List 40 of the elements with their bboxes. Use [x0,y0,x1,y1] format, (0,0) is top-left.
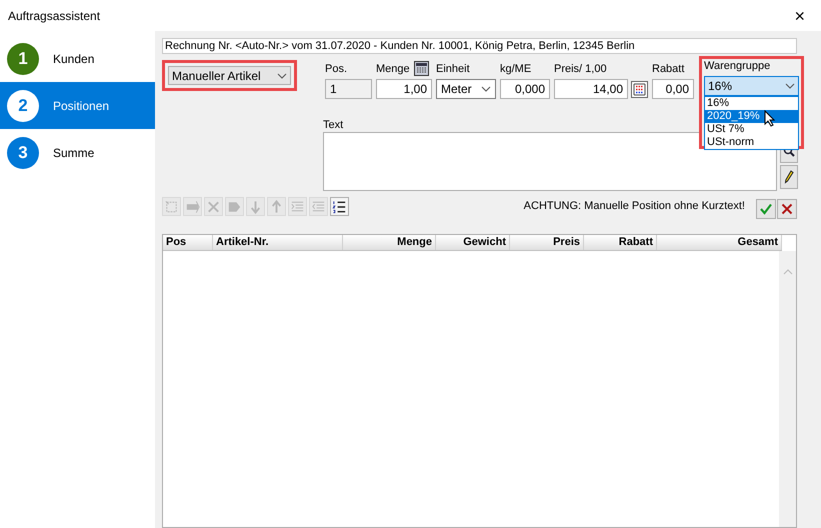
warning-text: ACHTUNG: Manuelle Position ohne Kurztext! [524,199,745,214]
step-item[interactable]: 3 Summe [0,129,155,176]
column-header[interactable]: Gewicht [436,235,510,250]
position-field: 1 [325,79,372,99]
window-title: Auftragsassistent [8,8,100,24]
column-header[interactable]: Pos [163,235,213,250]
header-info-field: Rechnung Nr. <Auto-Nr.> vom 31.07.2020 - Kunden Nr. 10001, König Petra, Berlin, 12345 Berlin [162,38,797,54]
unit-dropdown[interactable]: Meter [436,79,496,99]
field-label: Rabatt [652,63,684,76]
article-type-dropdown[interactable]: Manueller Artikel [168,66,291,85]
dropdown-option[interactable]: 2020_19% [705,110,798,123]
number-field[interactable]: 14,00 [554,79,628,99]
field-label: Menge [376,63,410,76]
step-number: 2 [7,90,39,122]
dropdown-option[interactable]: USt 7% [705,123,798,136]
step-number: 3 [7,136,39,168]
column-header[interactable]: Preis [510,235,584,250]
close-button[interactable]: × [786,6,813,24]
step-label: Kunden [53,50,94,68]
text-label: Text [323,119,344,132]
field-label: Pos. [325,63,348,76]
number-field[interactable]: 0,00 [652,79,694,99]
step-item[interactable]: 2 Positionen [0,82,155,129]
column-header[interactable]: Rabatt [584,235,657,250]
column-header[interactable]: Gesamt [657,235,782,250]
dropdown-option[interactable]: USt-norm [705,136,798,149]
step-label: Summe [53,144,94,162]
column-header[interactable]: Menge [343,235,436,250]
field-label: Einheit [436,63,470,76]
field-label: Preis/ 1,00 [554,63,607,76]
step-number: 1 [7,42,39,74]
dropdown-option[interactable]: 16% [705,97,798,110]
category-dropdown[interactable]: 16% [704,76,799,96]
step-item[interactable]: 1 Kunden [0,35,155,82]
number-field[interactable]: 0,000 [500,79,550,99]
column-header[interactable]: Artikel-Nr. [213,235,343,250]
field-label: Warengruppe [704,60,772,73]
number-field[interactable]: 1,00 [376,79,432,99]
step-label: Positionen [53,98,110,114]
field-label: kg/ME [500,63,532,76]
